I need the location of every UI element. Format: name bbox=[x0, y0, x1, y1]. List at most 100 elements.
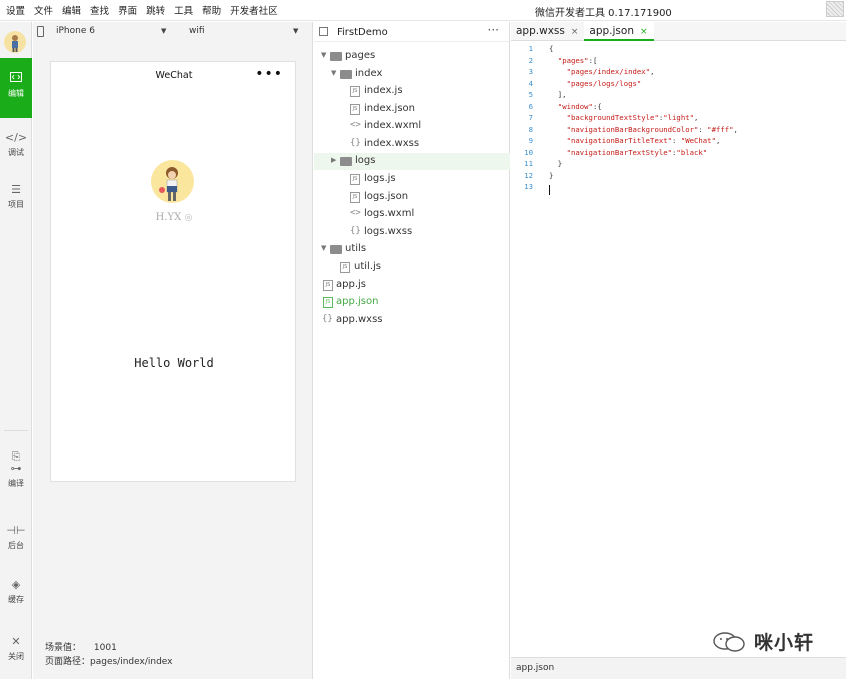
status-file-name: app.json bbox=[516, 663, 555, 673]
code-icon bbox=[0, 72, 32, 85]
chevron-down-icon[interactable]: ▼ bbox=[161, 27, 166, 35]
tree-item-label: logs.js bbox=[364, 173, 396, 184]
code-line: "backgroundTextStyle":"light", bbox=[566, 113, 699, 122]
hello-text: Hello World bbox=[134, 356, 214, 370]
scene-info: 场景值： 1001 bbox=[45, 640, 117, 653]
cache-icon: ◈ bbox=[11, 578, 21, 591]
line-number: 8 bbox=[528, 125, 533, 134]
tree-item-label: index.js bbox=[364, 85, 403, 96]
code-line: "pages/index/index", bbox=[566, 67, 655, 76]
background-icon: ⊣⊢ bbox=[6, 524, 26, 537]
project-icon bbox=[319, 27, 328, 36]
sidebar-item-label: 项目 bbox=[8, 200, 24, 209]
debug-icon: </> bbox=[4, 131, 28, 144]
tree-file-index-js[interactable]: JS index.js bbox=[314, 83, 510, 100]
tree-item-label: logs.wxml bbox=[364, 208, 415, 219]
more-options-button[interactable]: ··· bbox=[488, 23, 499, 37]
chevron-down-icon: ▼ bbox=[331, 69, 337, 77]
tree-file-app-wxss[interactable]: {} app.wxss bbox=[314, 312, 510, 329]
js-file-icon: JS bbox=[323, 280, 333, 291]
menu-item-tools[interactable]: 工具 bbox=[174, 3, 193, 17]
sidebar-item-edit[interactable]: 编辑 bbox=[0, 58, 32, 118]
tree-folder-utils[interactable]: ▼ utils bbox=[314, 241, 510, 258]
phone-screen: WeChat ••• H.YX ◎ Hello World bbox=[50, 61, 296, 482]
code-line: } bbox=[549, 171, 554, 180]
phone-icon bbox=[37, 26, 44, 37]
code-line: "pages":[ bbox=[557, 56, 598, 65]
menu-item-goto[interactable]: 跳转 bbox=[146, 3, 165, 17]
tree-item-label: pages bbox=[345, 50, 376, 61]
menu-bar: 设置 文件 编辑 查找 界面 跳转 工具 帮助 开发者社区 微信开发者工具 0.… bbox=[0, 0, 846, 21]
tab-app-json[interactable]: app.json × bbox=[584, 22, 654, 41]
user-nickname: H.YX ◎ bbox=[155, 212, 193, 223]
menu-item-find[interactable]: 查找 bbox=[90, 3, 109, 17]
line-number: 7 bbox=[528, 113, 533, 122]
more-menu-button[interactable]: ••• bbox=[255, 66, 283, 82]
simulator-toolbar: iPhone 6 ▼ wifi ▼ bbox=[33, 22, 312, 42]
close-icon: ✕ bbox=[11, 635, 21, 648]
tree-folder-pages[interactable]: ▼ pages bbox=[314, 48, 510, 65]
wxss-file-icon: {} bbox=[322, 314, 333, 324]
sidebar-item-close[interactable]: ✕ 关闭 bbox=[0, 636, 32, 662]
tree-file-index-wxml[interactable]: <> index.wxml bbox=[314, 118, 510, 135]
close-tab-icon[interactable]: × bbox=[571, 27, 579, 37]
folder-icon bbox=[330, 52, 342, 61]
compile-icon: ⎘ ⊶ bbox=[10, 450, 22, 475]
sidebar-item-cache[interactable]: ◈ 缓存 bbox=[0, 579, 32, 605]
chevron-down-icon[interactable]: ▼ bbox=[293, 27, 298, 35]
chevron-down-icon: ▼ bbox=[321, 51, 327, 59]
line-number: 10 bbox=[524, 148, 533, 157]
menu-item-help[interactable]: 帮助 bbox=[202, 3, 221, 17]
menu-item-settings[interactable]: 设置 bbox=[6, 3, 25, 17]
user-avatar[interactable] bbox=[151, 160, 194, 203]
line-number: 11 bbox=[524, 159, 533, 168]
close-tab-icon[interactable]: × bbox=[640, 27, 648, 37]
sidebar-item-debug[interactable]: </> 调试 bbox=[0, 132, 32, 158]
menu-item-view[interactable]: 界面 bbox=[118, 3, 137, 17]
user-avatar[interactable] bbox=[4, 31, 26, 53]
tree-folder-index[interactable]: ▼ index bbox=[314, 66, 510, 83]
tree-file-app-js[interactable]: JS app.js bbox=[314, 277, 510, 294]
line-number: 4 bbox=[528, 79, 533, 88]
tree-folder-logs[interactable]: ▶ logs bbox=[314, 153, 510, 170]
chevron-down-icon: ▼ bbox=[321, 244, 327, 252]
tree-file-logs-json[interactable]: JS logs.json bbox=[314, 189, 510, 206]
menu-item-file[interactable]: 文件 bbox=[34, 3, 53, 17]
line-number: 12 bbox=[524, 171, 533, 180]
sidebar-item-background[interactable]: ⊣⊢ 后台 bbox=[0, 525, 32, 551]
path-value: pages/index/index bbox=[90, 657, 173, 667]
window-control-button[interactable] bbox=[826, 1, 844, 17]
tree-item-label: index.json bbox=[364, 103, 415, 114]
file-tree-header: FirstDemo ··· bbox=[314, 22, 509, 42]
tree-item-label: app.js bbox=[336, 279, 366, 290]
sidebar-item-compile[interactable]: ⎘ ⊶ 编译 bbox=[0, 451, 32, 489]
tree-file-logs-js[interactable]: JS logs.js bbox=[314, 171, 510, 188]
json-file-icon: JS bbox=[350, 192, 360, 203]
path-label: 页面路径： bbox=[45, 657, 91, 667]
file-tree-panel: FirstDemo ··· ▼ pages ▼ index JS index.j… bbox=[314, 22, 510, 679]
menu-item-edit[interactable]: 编辑 bbox=[62, 3, 81, 17]
line-number: 1 bbox=[528, 44, 533, 53]
wxml-file-icon: <> bbox=[350, 208, 361, 218]
scene-label: 场景值： bbox=[45, 643, 82, 653]
tree-file-index-wxss[interactable]: {} index.wxss bbox=[314, 136, 510, 153]
tree-file-index-json[interactable]: JS index.json bbox=[314, 101, 510, 118]
line-number: 9 bbox=[528, 136, 533, 145]
wxss-file-icon: {} bbox=[350, 226, 361, 236]
watermark: 咪小轩 bbox=[712, 628, 814, 655]
code-line: } bbox=[549, 159, 563, 168]
line-number: 13 bbox=[524, 182, 533, 191]
network-select[interactable]: wifi bbox=[189, 26, 205, 36]
editor-status-bar: app.json bbox=[511, 657, 846, 679]
tab-app-wxss[interactable]: app.wxss × bbox=[511, 22, 584, 41]
sidebar-item-project[interactable]: ☰ 项目 bbox=[0, 184, 32, 210]
tree-file-app-json[interactable]: JS app.json bbox=[314, 294, 510, 311]
wechat-logo-icon bbox=[712, 631, 748, 653]
device-select[interactable]: iPhone 6 bbox=[56, 26, 95, 36]
tree-file-util-js[interactable]: JS util.js bbox=[314, 259, 510, 276]
sidebar-divider bbox=[4, 430, 28, 431]
tree-file-logs-wxss[interactable]: {} logs.wxss bbox=[314, 224, 510, 241]
menu-item-community[interactable]: 开发者社区 bbox=[230, 3, 278, 17]
tree-file-logs-wxml[interactable]: <> logs.wxml bbox=[314, 206, 510, 223]
project-name: FirstDemo bbox=[337, 27, 388, 38]
